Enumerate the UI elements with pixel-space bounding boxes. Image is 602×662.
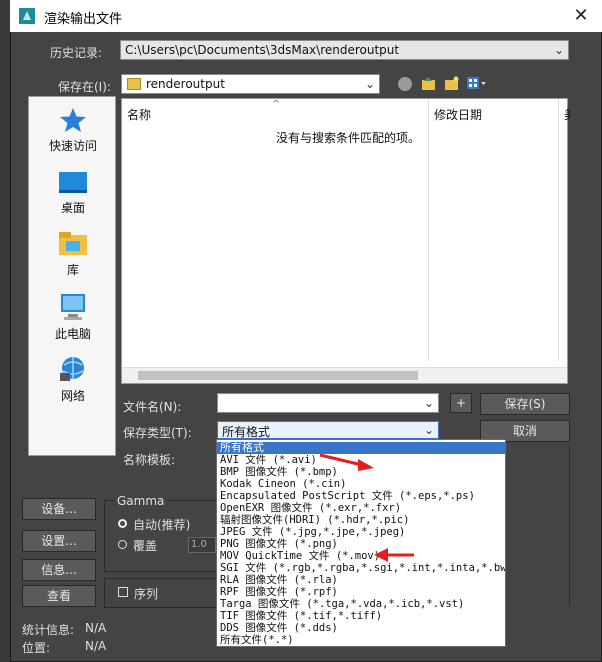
override-input[interactable]: 1.0 xyxy=(188,537,216,553)
close-button[interactable]: ✕ xyxy=(570,5,592,27)
back-icon[interactable] xyxy=(398,77,412,91)
type-option[interactable]: JPEG 文件 (*.jpg,*.jpe,*.jpeg) xyxy=(217,526,505,538)
type-option[interactable]: SGI 文件 (*.rgb,*.rgba,*.sgi,*.int,*.inta,… xyxy=(217,562,505,574)
type-option[interactable]: RPF 图像文件 (*.rpf) xyxy=(217,586,505,598)
column-divider xyxy=(558,99,559,361)
place-desktop[interactable]: 桌面 xyxy=(29,171,117,216)
place-label: 网络 xyxy=(60,389,85,403)
annotation-arrow-icon xyxy=(318,451,378,473)
gamma-group xyxy=(104,500,220,572)
places-sidebar: 快速访问 桌面 库 此电脑 网络 xyxy=(28,96,116,456)
place-label: 快速访问 xyxy=(48,139,97,153)
column-name-header[interactable]: 名称 xyxy=(127,106,151,123)
location-label: 位置: xyxy=(22,641,51,655)
right-panel-edge xyxy=(508,446,570,606)
place-library[interactable]: 库 xyxy=(29,231,117,278)
chevron-down-icon: ⌄ xyxy=(364,77,375,91)
app-logo-icon xyxy=(18,7,36,25)
type-option[interactable]: OpenEXR 图像文件 (*.exr,*.fxr) xyxy=(217,502,505,514)
horizontal-scrollbar[interactable] xyxy=(122,367,567,383)
type-option[interactable]: Kodak Cineon (*.cin) xyxy=(217,478,505,490)
scrollbar-thumb[interactable] xyxy=(138,371,418,380)
stats-value: N/A xyxy=(85,621,107,635)
column-date-header[interactable]: 修改日期 xyxy=(434,106,482,123)
network-icon xyxy=(29,355,117,383)
place-label: 库 xyxy=(66,263,79,277)
sort-arrow-icon: ^ xyxy=(272,99,281,110)
type-option[interactable]: PNG 图像文件 (*.png) xyxy=(217,538,505,550)
auto-radio[interactable] xyxy=(118,519,127,528)
override-radio[interactable] xyxy=(118,540,127,549)
place-label: 此电脑 xyxy=(54,327,91,341)
annotation-arrow-icon xyxy=(372,545,416,565)
type-option[interactable]: TIF 图像文件 (*.tif,*.tiff) xyxy=(217,610,505,622)
add-button[interactable]: + xyxy=(450,393,472,413)
override-label: 覆盖 xyxy=(133,539,158,553)
save-button[interactable]: 保存(S) xyxy=(480,393,570,415)
info-button[interactable]: 信息... xyxy=(22,559,96,581)
history-dropdown[interactable]: C:\Users\pc\Documents\3dsMax\renderoutpu… xyxy=(120,40,569,60)
location-value: N/A xyxy=(85,639,107,653)
view-button[interactable]: 查看 xyxy=(22,585,96,607)
sequence-label: 序列 xyxy=(134,587,159,601)
auto-label: 自动(推荐) xyxy=(133,518,191,532)
filename-input[interactable]: ⌄ xyxy=(217,393,439,413)
place-this-pc[interactable]: 此电脑 xyxy=(29,293,117,342)
sequence-checkbox[interactable] xyxy=(118,587,128,597)
chevron-down-icon: ⌄ xyxy=(423,396,434,410)
type-option[interactable]: 所有文件(*.*) xyxy=(217,634,505,646)
library-icon xyxy=(29,231,117,257)
folder-icon xyxy=(127,78,141,90)
background-app xyxy=(0,0,10,662)
save-in-value: renderoutput xyxy=(146,77,225,91)
computer-icon xyxy=(29,293,117,321)
star-icon xyxy=(29,107,117,133)
save-in-label: 保存在(I): xyxy=(58,80,111,94)
chevron-down-icon: ⌄ xyxy=(423,423,434,437)
history-value: C:\Users\pc\Documents\3dsMax\renderoutpu… xyxy=(125,43,400,57)
column-type-header[interactable]: 美 xyxy=(564,106,570,123)
filetype-label: 保存类型(T): xyxy=(123,426,192,440)
place-quick-access[interactable]: 快速访问 xyxy=(29,107,117,154)
save-in-dropdown[interactable]: renderoutput ⌄ xyxy=(121,74,380,94)
title-bar: 渲染输出文件 ✕ xyxy=(10,0,602,32)
up-folder-icon[interactable] xyxy=(421,76,436,91)
gamma-title: Gamma xyxy=(114,494,168,508)
column-divider xyxy=(428,99,429,361)
type-option[interactable]: Encapsulated PostScript 文件 (*.eps,*.ps) xyxy=(217,490,505,502)
place-label: 桌面 xyxy=(60,201,85,215)
name-template-label: 名称模板: xyxy=(123,453,176,467)
view-menu-icon[interactable] xyxy=(467,77,487,91)
chevron-down-icon: ⌄ xyxy=(553,43,564,57)
place-network[interactable]: 网络 xyxy=(29,355,117,404)
filename-label: 文件名(N): xyxy=(123,400,182,414)
stats-label: 统计信息: xyxy=(22,623,75,637)
type-option[interactable]: Targa 图像文件 (*.tga,*.vda,*.icb,*.vst) xyxy=(217,598,505,610)
new-folder-icon[interactable] xyxy=(444,76,459,91)
settings-button[interactable]: 设置... xyxy=(22,530,96,552)
dialog-title: 渲染输出文件 xyxy=(44,12,123,27)
history-label: 历史记录: xyxy=(50,46,103,60)
type-option[interactable]: MOV QuickTime 文件 (*.mov) xyxy=(217,550,505,562)
desktop-icon xyxy=(29,171,117,195)
filetype-select[interactable]: 所有格式 ⌄ xyxy=(217,421,439,439)
type-option[interactable]: DDS 图像文件 (*.dds) xyxy=(217,622,505,634)
file-list[interactable]: 名称 ^ 修改日期 美 没有与搜索条件匹配的项。 xyxy=(121,98,570,384)
type-option[interactable]: RLA 图像文件 (*.rla) xyxy=(217,574,505,586)
type-option[interactable]: 辐射图像文件(HDRI) (*.hdr,*.pic) xyxy=(217,514,505,526)
empty-message: 没有与搜索条件匹配的项。 xyxy=(276,131,421,145)
setup-button[interactable]: 设备... xyxy=(22,498,96,520)
filetype-value: 所有格式 xyxy=(222,425,271,439)
